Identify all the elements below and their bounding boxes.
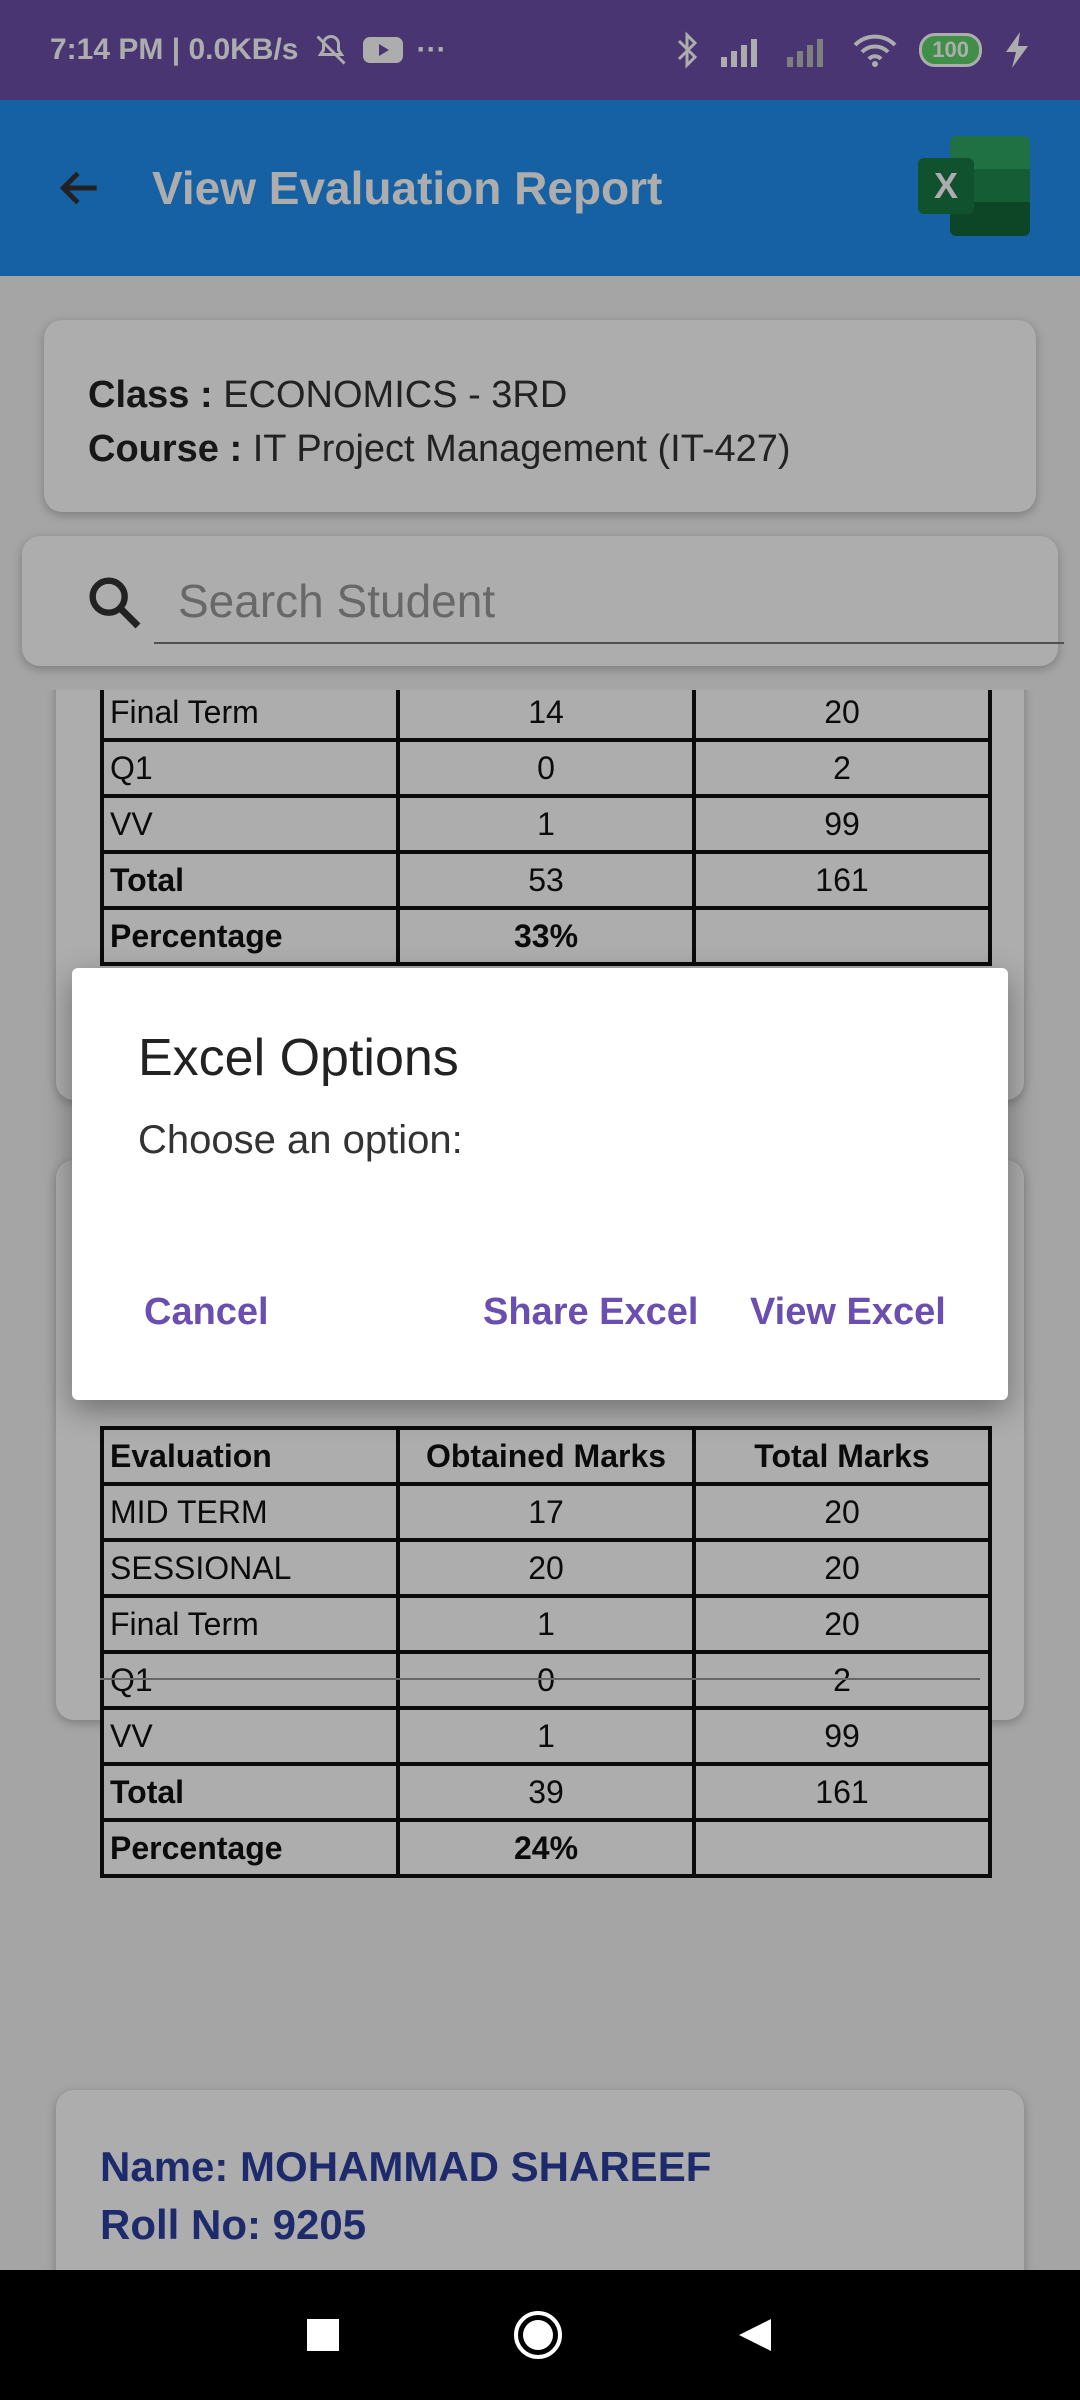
navigation-bar (0, 2270, 1080, 2400)
dialog-title: Excel Options (138, 1029, 459, 1087)
nav-recents-icon[interactable] (305, 2317, 341, 2353)
nav-back-icon[interactable] (735, 2315, 775, 2355)
share-excel-button[interactable]: Share Excel (477, 1290, 704, 1335)
nav-home-icon[interactable] (512, 2309, 564, 2361)
dialog-message: Choose an option: (138, 1118, 463, 1162)
excel-options-dialog: Excel Options Choose an option: Cancel S… (72, 968, 1008, 1400)
view-excel-button[interactable]: View Excel (744, 1290, 952, 1335)
cancel-button[interactable]: Cancel (138, 1290, 275, 1335)
